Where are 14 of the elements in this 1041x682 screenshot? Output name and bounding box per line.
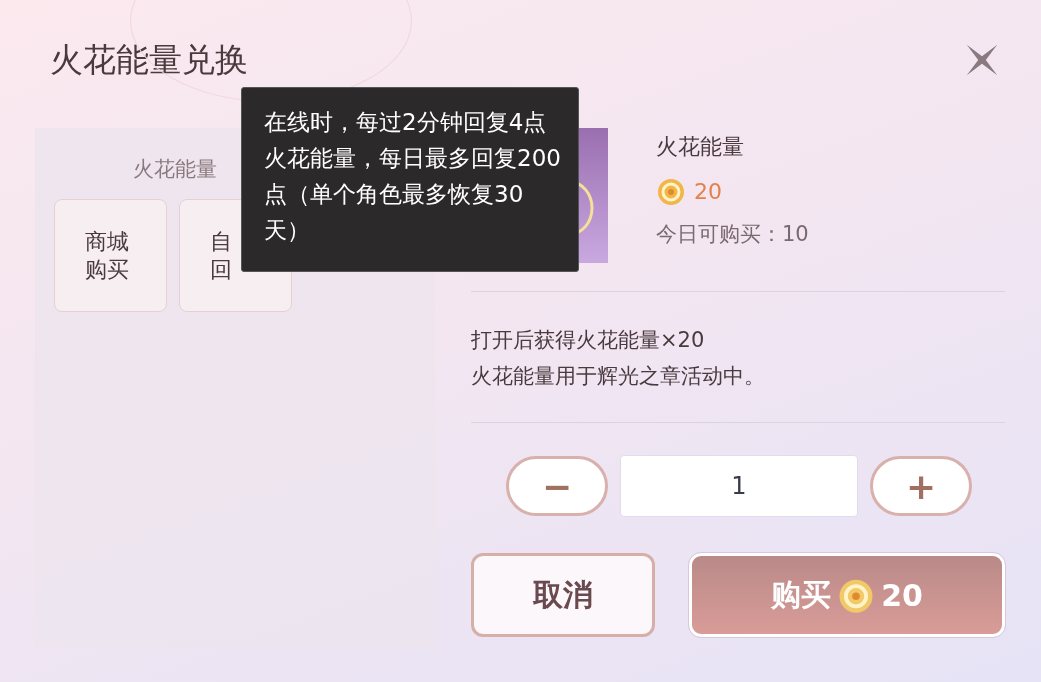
- quantity-field[interactable]: 1: [620, 455, 858, 517]
- minus-button[interactable]: −: [506, 456, 608, 516]
- source-button[interactable]: 商城 购买: [54, 199, 167, 312]
- description-line: 打开后获得火花能量×20: [471, 327, 706, 354]
- item-name: 火花能量: [656, 133, 745, 161]
- plus-button[interactable]: +: [870, 456, 972, 516]
- item-price: 20: [694, 178, 722, 204]
- dialog-title: 火花能量兑换: [50, 38, 248, 81]
- description-line: 火花能量用于辉光之章活动中。: [471, 363, 766, 390]
- daily-limit: 今日可购买：10: [656, 221, 809, 248]
- panel-title: 火花能量: [133, 156, 217, 183]
- cancel-button[interactable]: 取消: [471, 553, 655, 637]
- coin-icon: [656, 176, 686, 206]
- tooltip: 在线时，每过2分钟回复4点火花能量，每日最多回复200点（单个角色最多恢复30天）: [241, 87, 579, 272]
